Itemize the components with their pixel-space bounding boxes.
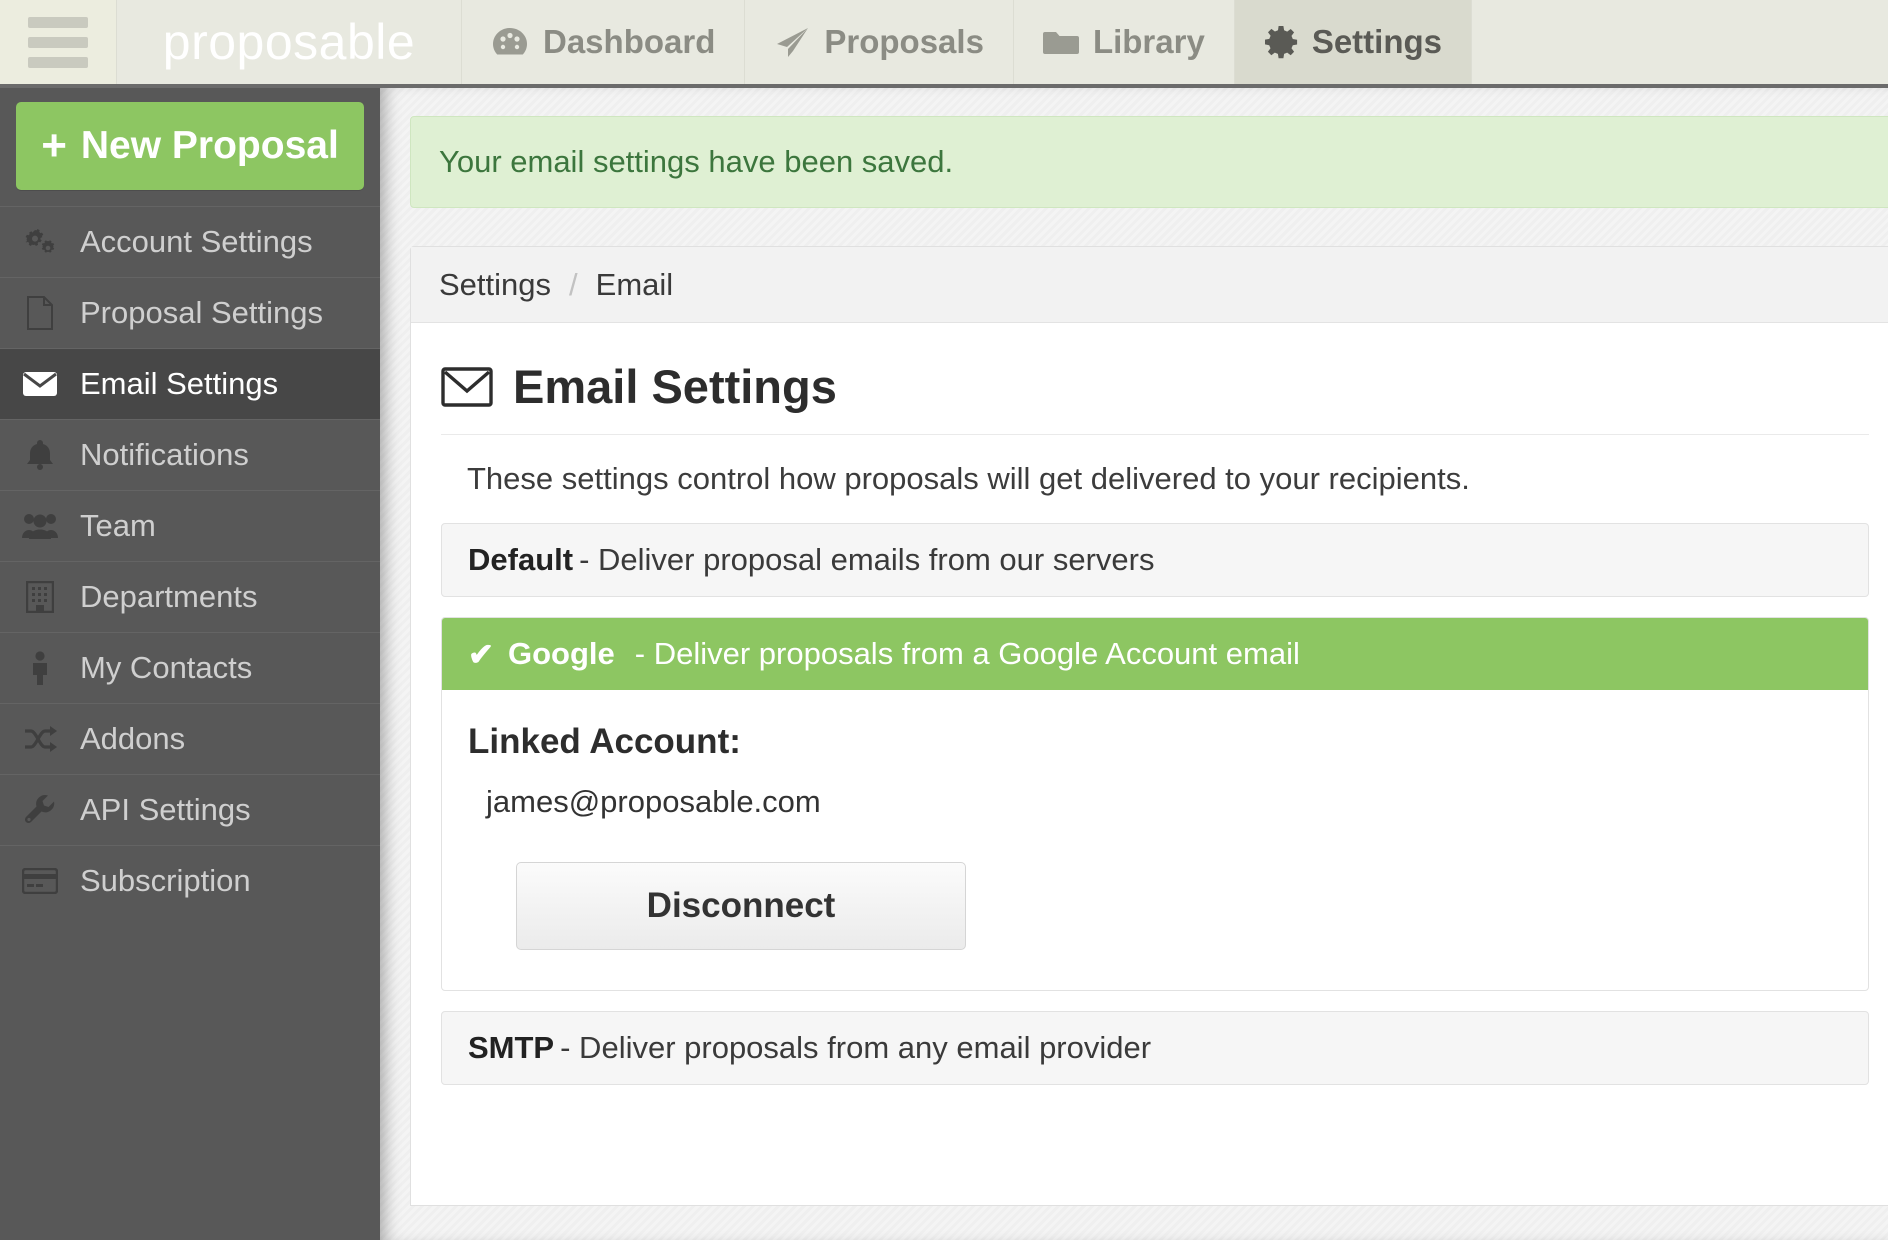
- option-smtp[interactable]: SMTP - Deliver proposals from any email …: [441, 1011, 1869, 1085]
- dashboard-gauge-icon: [491, 26, 529, 58]
- check-icon: ✔: [468, 636, 494, 672]
- paper-plane-icon: [774, 26, 810, 58]
- new-proposal-button[interactable]: + New Proposal: [16, 102, 364, 190]
- sidebar-item-label: Account Settings: [80, 224, 313, 259]
- sidebar-item-my-contacts[interactable]: My Contacts: [0, 632, 380, 703]
- hamburger-bar: [28, 56, 88, 68]
- sidebar-item-account-settings[interactable]: Account Settings: [0, 206, 380, 277]
- linked-account-email: james@proposable.com: [486, 784, 821, 819]
- tab-proposals[interactable]: Proposals: [745, 0, 1014, 84]
- sidebar-item-addons[interactable]: Addons: [0, 703, 380, 774]
- disconnect-button[interactable]: Disconnect: [516, 862, 966, 950]
- page-title: Email Settings: [441, 353, 1869, 435]
- sidebar-item-label: Notifications: [80, 437, 249, 472]
- option-google-group: ✔ Google - Deliver proposals from a Goog…: [441, 617, 1869, 991]
- success-alert-text: Your email settings have been saved.: [439, 144, 954, 179]
- sidebar-item-proposal-settings[interactable]: Proposal Settings: [0, 277, 380, 348]
- breadcrumb-email: Email: [595, 266, 674, 302]
- sidebar-item-team[interactable]: Team: [0, 490, 380, 561]
- wrench-icon: [20, 794, 60, 826]
- hamburger-bar: [28, 36, 88, 48]
- credit-card-icon: [20, 868, 60, 894]
- option-default[interactable]: Default - Deliver proposal emails from o…: [441, 523, 1869, 597]
- sidebar-item-label: API Settings: [80, 792, 251, 827]
- settings-panel: Settings / Email Email Settings These se…: [410, 246, 1888, 1206]
- option-google-name: Google: [507, 636, 615, 671]
- option-google-description: - Deliver proposals from a Google Accoun…: [634, 636, 1300, 671]
- person-icon: [20, 651, 60, 685]
- breadcrumb-separator: /: [569, 266, 578, 302]
- page-title-text: Email Settings: [513, 360, 837, 413]
- tab-library[interactable]: Library: [1014, 0, 1235, 84]
- main-content: Your email settings have been saved. Set…: [380, 88, 1888, 1240]
- users-icon: [20, 512, 60, 540]
- sidebar-item-label: My Contacts: [80, 650, 253, 685]
- option-google[interactable]: ✔ Google - Deliver proposals from a Goog…: [442, 618, 1868, 690]
- sidebar-item-departments[interactable]: Departments: [0, 561, 380, 632]
- sidebar-item-label: Addons: [80, 721, 186, 756]
- success-alert: Your email settings have been saved.: [410, 116, 1888, 208]
- lead-text: These settings control how proposals wil…: [467, 461, 1470, 496]
- sidebar-item-label: Proposal Settings: [80, 295, 323, 330]
- sidebar-item-label: Departments: [80, 579, 258, 614]
- tab-library-label: Library: [1092, 23, 1205, 60]
- document-icon: [20, 296, 60, 330]
- breadcrumb-settings[interactable]: Settings: [439, 267, 551, 303]
- bell-icon: [20, 439, 60, 471]
- tab-dashboard-label: Dashboard: [543, 23, 716, 60]
- sidebar-item-label: Subscription: [80, 863, 251, 898]
- top-navigation-bar: proposable Dashboard Proposals Library S…: [0, 0, 1888, 88]
- building-icon: [20, 581, 60, 613]
- nav-tabs: Dashboard Proposals Library Settings: [462, 0, 1472, 84]
- option-default-description: - Deliver proposal emails from our serve…: [579, 542, 1155, 577]
- brand-logo[interactable]: proposable: [117, 0, 462, 84]
- option-smtp-name: SMTP: [468, 1030, 555, 1065]
- envelope-icon: [20, 371, 60, 397]
- folder-icon: [1042, 27, 1079, 57]
- sidebar: + New Proposal Account Settings Proposal…: [0, 88, 380, 1240]
- plus-icon: +: [41, 121, 67, 170]
- tab-settings-label: Settings: [1311, 23, 1442, 60]
- linked-account-label: Linked Account:: [468, 722, 741, 761]
- panel-body: Email Settings These settings control ho…: [411, 323, 1888, 1085]
- hamburger-bar: [28, 16, 88, 28]
- sidebar-item-label: Email Settings: [80, 366, 279, 401]
- gears-icon: [20, 227, 60, 257]
- new-proposal-label: New Proposal: [80, 124, 339, 167]
- envelope-icon: [441, 366, 493, 407]
- google-account-body: Linked Account: james@proposable.com Dis…: [442, 690, 1868, 990]
- sidebar-item-email-settings[interactable]: Email Settings: [0, 348, 380, 419]
- sidebar-item-api-settings[interactable]: API Settings: [0, 774, 380, 845]
- tab-dashboard[interactable]: Dashboard: [462, 0, 746, 84]
- option-default-name: Default: [468, 542, 574, 577]
- sidebar-item-subscription[interactable]: Subscription: [0, 845, 380, 916]
- tab-settings[interactable]: Settings: [1234, 0, 1472, 84]
- sidebar-item-label: Team: [80, 508, 156, 543]
- breadcrumb: Settings / Email: [411, 247, 1888, 323]
- option-smtp-description: - Deliver proposals from any email provi…: [560, 1030, 1152, 1065]
- gear-icon: [1264, 25, 1298, 59]
- shuffle-icon: [20, 725, 60, 753]
- tab-proposals-label: Proposals: [824, 23, 984, 60]
- hamburger-icon[interactable]: [0, 0, 117, 84]
- sidebar-item-notifications[interactable]: Notifications: [0, 419, 380, 490]
